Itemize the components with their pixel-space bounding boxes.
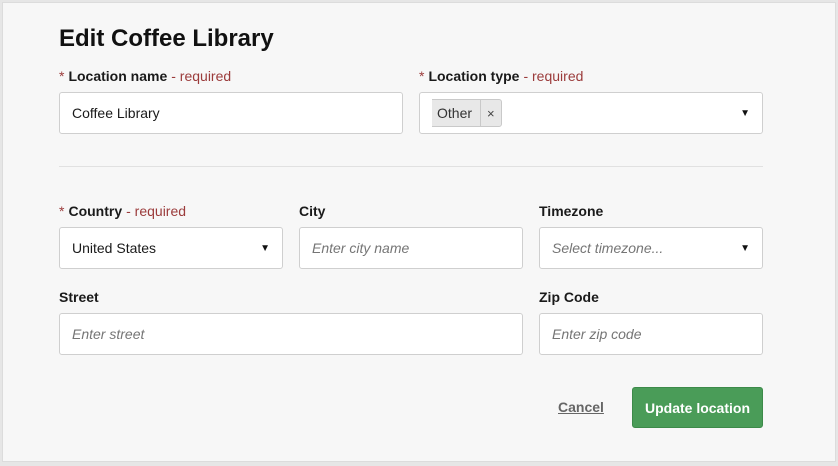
city-placeholder: Enter city name bbox=[312, 240, 410, 256]
update-location-button[interactable]: Update location bbox=[632, 387, 763, 428]
zip-input[interactable]: Enter zip code bbox=[539, 313, 763, 355]
timezone-label: Timezone bbox=[539, 203, 604, 219]
location-type-label: * Location type - required bbox=[419, 68, 583, 84]
zip-label: Zip Code bbox=[539, 289, 599, 305]
page-title: Edit Coffee Library bbox=[59, 25, 274, 52]
timezone-select[interactable]: Select timezone... ▼ bbox=[539, 227, 763, 269]
required-marker: * bbox=[419, 68, 425, 84]
city-input[interactable]: Enter city name bbox=[299, 227, 523, 269]
street-placeholder: Enter street bbox=[72, 326, 145, 342]
location-type-label-text: Location type bbox=[428, 68, 520, 84]
required-marker: * bbox=[59, 203, 65, 219]
location-name-input[interactable]: Coffee Library bbox=[59, 92, 403, 134]
location-name-value: Coffee Library bbox=[72, 105, 160, 121]
location-name-label-text: Location name bbox=[68, 68, 168, 84]
required-marker: * bbox=[59, 68, 65, 84]
country-label: * Country - required bbox=[59, 203, 186, 219]
required-text: - required bbox=[171, 68, 232, 84]
country-label-text: Country bbox=[68, 203, 123, 219]
location-name-label: * Location name - required bbox=[59, 68, 231, 84]
section-divider bbox=[59, 166, 763, 167]
required-text: - required bbox=[523, 68, 584, 84]
zip-placeholder: Enter zip code bbox=[552, 326, 642, 342]
location-type-chip: Other × bbox=[432, 99, 502, 127]
timezone-placeholder: Select timezone... bbox=[552, 240, 664, 256]
cancel-button[interactable]: Cancel bbox=[558, 399, 604, 415]
chip-remove-icon[interactable]: × bbox=[480, 100, 501, 126]
chevron-down-icon[interactable]: ▼ bbox=[740, 108, 750, 119]
country-value: United States bbox=[72, 240, 157, 256]
edit-location-panel: Edit Coffee Library * Location name - requ… bbox=[2, 2, 836, 462]
street-input[interactable]: Enter street bbox=[59, 313, 523, 355]
location-type-select[interactable]: Other × ▼ bbox=[419, 92, 763, 134]
chevron-down-icon[interactable]: ▼ bbox=[740, 243, 750, 254]
city-label: City bbox=[299, 203, 326, 219]
street-label: Street bbox=[59, 289, 99, 305]
chevron-down-icon[interactable]: ▼ bbox=[260, 243, 270, 254]
country-select[interactable]: United States ▼ bbox=[59, 227, 283, 269]
required-text: - required bbox=[126, 203, 187, 219]
chip-label: Other bbox=[437, 105, 473, 121]
